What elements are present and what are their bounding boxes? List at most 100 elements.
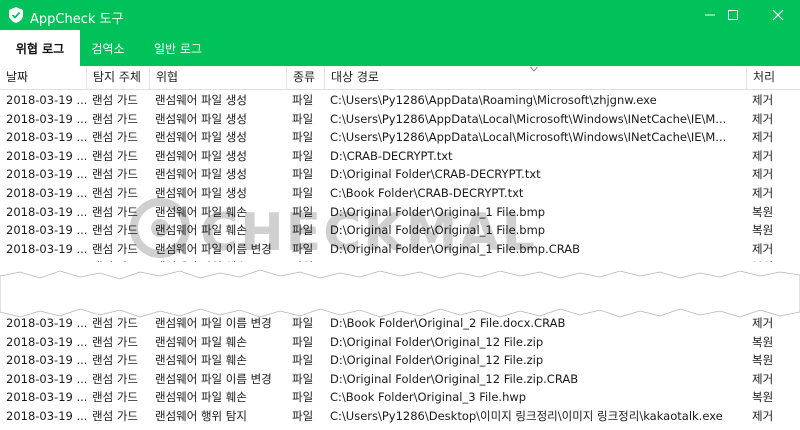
- title-bar: AppCheck 도구: [0, 0, 800, 30]
- cell-type: 파일: [292, 111, 314, 126]
- cell-type: 파일: [292, 204, 314, 219]
- table-row[interactable]: 2018-03-19 ... 랜섬 가드 랜섬웨어 행위 탐지 파일 C:\Users\…: [0, 407, 800, 426]
- cell-action: 제거: [752, 371, 774, 386]
- cell-detector: 랜섬 가드: [92, 93, 138, 107]
- cell-date: 2018-03-19 ...: [6, 148, 86, 163]
- cell-threat: 랜섬웨어 파일 생성: [155, 93, 247, 107]
- cell-type: 파일: [292, 390, 314, 405]
- cell-type: 파일: [292, 316, 314, 330]
- table-row[interactable]: 2018-03-19 ... 랜섬 가드 랜섬웨어 파일 생성 파일 C:\Users\…: [0, 128, 800, 147]
- cell-threat: 랜섬웨어 파일 생성: [155, 111, 247, 126]
- cell-threat: 랜섬웨어 파일 생성: [155, 130, 247, 145]
- tab-general-log[interactable]: 일반 로그: [140, 30, 216, 66]
- cell-detector: 랜섬 가드: [92, 408, 138, 423]
- cell-threat: 랜섬웨어 파일 이름 변경: [155, 371, 272, 386]
- table-row[interactable]: 2018-03-19 ... 랜섬 가드 랜섬웨어 파일 훼손 파일 D:\Origin…: [0, 221, 800, 240]
- cell-action: 복원: [752, 204, 774, 219]
- cell-date: 2018-03-19 ...: [6, 223, 86, 238]
- cell-detector: 랜섬 가드: [92, 390, 138, 405]
- cell-date: 2018-03-19 ...: [6, 111, 86, 126]
- cell-target-path: C:\Book Folder\CRAB-DECRYPT.txt: [330, 185, 524, 200]
- maximize-icon: [727, 10, 738, 20]
- window-title: AppCheck 도구: [30, 12, 124, 27]
- cell-threat: 랜섬웨어 행위 탐지: [155, 408, 247, 423]
- shield-check-icon: [9, 7, 23, 23]
- cell-action: 복원: [752, 223, 774, 238]
- cell-action: 제거: [752, 130, 774, 145]
- table-row[interactable]: 2018-03-19 ... 랜섬 가드 랜섬웨어 파일 생성 파일 C:\Users\…: [0, 110, 800, 129]
- column-detector[interactable]: 탐지 주체: [86, 66, 149, 89]
- cell-detector: 랜섬 가드: [92, 185, 138, 200]
- tab-threat-log[interactable]: 위협 로그: [0, 30, 80, 66]
- cell-detector: 랜섬 가드: [92, 353, 138, 368]
- table-row[interactable]: 2018-03-19 ... 랜섬 가드 랜섬웨어 파일 훼손 파일 C:\Book F…: [0, 388, 800, 407]
- column-type[interactable]: 종류: [286, 66, 324, 89]
- cell-target-path: C:\Users\Py1286\Desktop\이미지 링크정리\이미지 링크정…: [330, 408, 723, 423]
- tab-quarantine[interactable]: 검역소: [80, 30, 136, 66]
- column-date[interactable]: 날짜: [0, 66, 86, 89]
- close-icon: [772, 9, 783, 21]
- cell-detector: 랜섬 가드: [92, 130, 138, 145]
- cell-detector: 랜섬 가드: [92, 167, 138, 182]
- table-row[interactable]: 2018-03-19 ... 랜섬 가드 랜섬웨어 파일 생성 파일 D:\CRAB-D…: [0, 147, 800, 166]
- column-action[interactable]: 처리: [746, 66, 800, 89]
- cell-action: 제거: [752, 185, 774, 200]
- cell-target-path: D:\Original Folder\CRAB-DECRYPT.txt: [330, 167, 541, 182]
- cell-detector: 랜섬 가드: [92, 111, 138, 126]
- cell-target-path: D:\Book Folder\Original_2 File.docx.CRAB: [330, 316, 566, 330]
- table-row[interactable]: 2018-03-19 ... 랜섬 가드 랜섬웨어 파일 훼손 파일 D:\Origin…: [0, 203, 800, 222]
- cell-detector: 랜섬 가드: [92, 316, 138, 330]
- cell-detector: 랜섬 가드: [92, 223, 138, 238]
- table-row[interactable]: 2018-03-19 ... 랜섬 가드 랜섬웨어 파일 훼손 파일 D:\Origin…: [0, 333, 800, 352]
- table-row[interactable]: 2018-03-19 ... 랜섬 가드 랜섬웨어 파일 이름 변경 파일 D:\Ori…: [0, 370, 800, 389]
- cell-date: 2018-03-19 ...: [6, 408, 86, 423]
- cell-detector: 랜섬 가드: [92, 371, 138, 386]
- cell-date: 2018-03-19 ...: [6, 390, 86, 405]
- table-row[interactable]: 2018-03-19 ... 랜섬 가드 랜섬웨어 파일 이름 변경 파일 D:\Boo…: [0, 314, 800, 333]
- cell-target-path: C:\Users\Py1286\AppData\Local\Microsoft\…: [330, 130, 727, 145]
- cell-type: 파일: [292, 167, 314, 182]
- table-row[interactable]: 2018-03-19 ... 랜섬 가드 랜섬웨어 파일 생성 파일 C:\Users\…: [0, 91, 800, 110]
- tab-label: 일반 로그: [154, 41, 202, 56]
- cell-action: 제거: [752, 316, 774, 330]
- table-row[interactable]: 2018-03-19 ... 랜섬 가드 랜섬웨어 파일 생성 파일 C:\Book F…: [0, 184, 800, 203]
- cell-target-path: D:\Original Folder\Original_12 File.zip: [330, 334, 544, 349]
- cell-target-path: C:\Users\Py1286\AppData\Local\Microsoft\…: [330, 111, 727, 126]
- cell-date: 2018-03-19 ...: [6, 371, 86, 386]
- cell-action: 제거: [752, 167, 774, 182]
- cell-date: 2018-03-19 ...: [6, 185, 86, 200]
- cell-type: 파일: [292, 185, 314, 200]
- cell-date: 2018-03-19 ...: [6, 167, 86, 182]
- column-threat[interactable]: 위협: [149, 66, 286, 89]
- cell-date: 2018-03-19 ...: [6, 204, 86, 219]
- cell-action: 제거: [752, 93, 774, 107]
- table-row[interactable]: 2018-03-19 ... 랜섬 가드 랜섬웨어 파일 생성 파일 D:\Origin…: [0, 165, 800, 184]
- cell-type: 파일: [292, 130, 314, 145]
- table-row[interactable]: 2018-03-19 ... 랜섬 가드 랜섬웨어 파일 이름 변경 파일 D:\Ori…: [0, 240, 800, 259]
- cell-detector: 랜섬 가드: [92, 334, 138, 349]
- cell-type: 파일: [292, 93, 314, 107]
- cell-action: 복원: [752, 353, 774, 368]
- cell-target-path: D:\Original Folder\Original_12 File.zip: [330, 353, 544, 368]
- cell-action: 제거: [752, 148, 774, 163]
- cell-date: 2018-03-19 ...: [6, 130, 86, 145]
- cell-threat: 랜섬웨어 파일 훼손: [155, 204, 247, 219]
- cell-date: 2018-03-19 ...: [6, 93, 86, 107]
- cell-action: 복원: [752, 334, 774, 349]
- table-row[interactable]: 2018-03-19 ... 랜섬 가드 랜섬웨어 파일 훼손 파일 D:\Origin…: [0, 351, 800, 370]
- cell-threat: 랜섬웨어 파일 이름 변경: [155, 241, 272, 256]
- cell-detector: 랜섬 가드: [92, 241, 138, 256]
- maximize-button[interactable]: [710, 0, 755, 30]
- cell-target-path: C:\Book Folder\Original_3 File.hwp: [330, 390, 527, 405]
- cell-type: 파일: [292, 148, 314, 163]
- cell-detector: 랜섬 가드: [92, 148, 138, 163]
- cell-target-path: D:\Original Folder\Original_12 File.zip.…: [330, 371, 579, 386]
- cell-date: 2018-03-19 ...: [6, 353, 86, 368]
- close-button[interactable]: [755, 0, 800, 30]
- cell-type: 파일: [292, 371, 314, 386]
- scrollbar[interactable]: [794, 89, 800, 429]
- cell-threat: 랜섬웨어 파일 훼손: [155, 353, 247, 368]
- tab-label: 위협 로그: [15, 41, 65, 56]
- cell-action: 복원: [752, 390, 774, 405]
- sort-descending-icon: [530, 66, 538, 72]
